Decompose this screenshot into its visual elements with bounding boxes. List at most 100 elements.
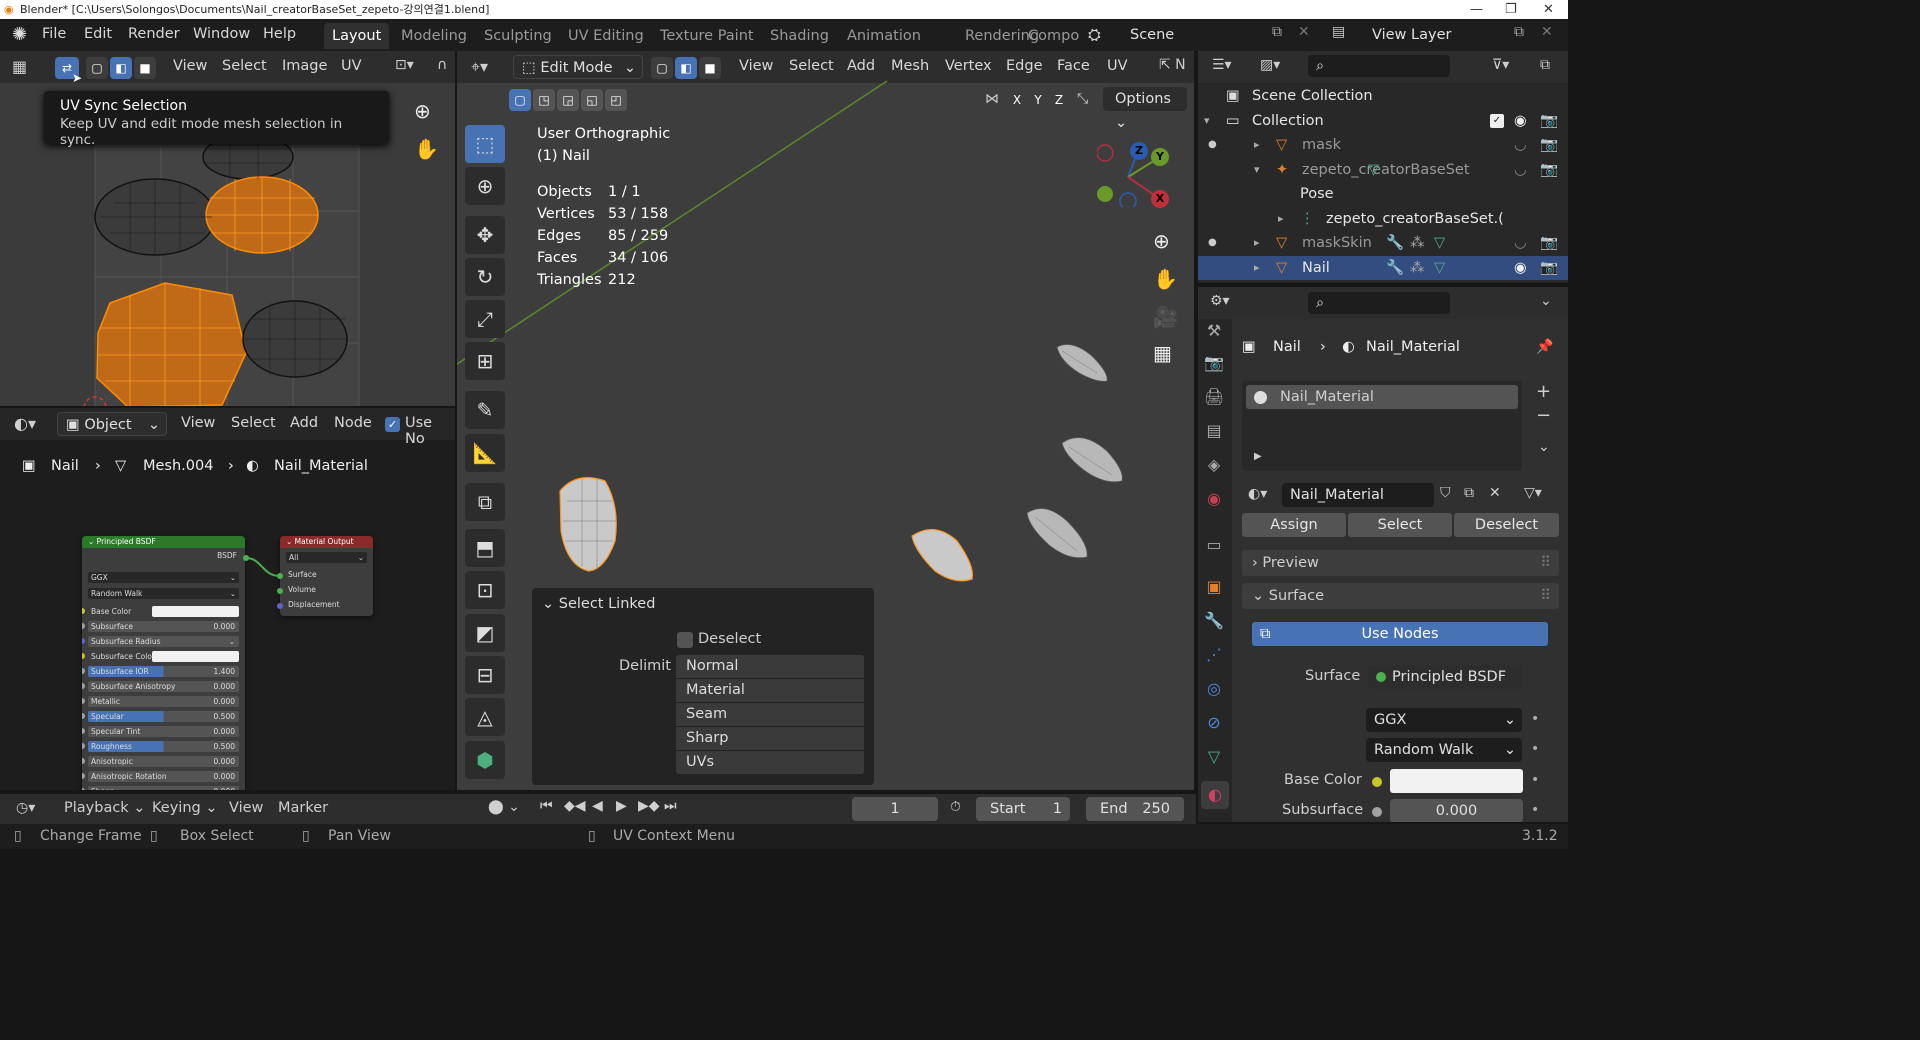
subsurface-value-field[interactable]: 0.000	[1390, 799, 1523, 822]
delimit-option-sharp[interactable]: Sharp	[676, 727, 864, 750]
uv-menu-uv[interactable]: UV	[341, 58, 362, 74]
outliner-scene-collection[interactable]: ▣ Scene Collection	[1198, 84, 1568, 108]
menu-help[interactable]: Help	[263, 26, 296, 42]
tab-uv-editing[interactable]: UV Editing	[560, 23, 652, 49]
subsurface-method-dropdown[interactable]: Random Walk ⌄	[1366, 738, 1522, 762]
navigation-gizmo[interactable]: Z Y X	[1096, 137, 1169, 210]
bsdf-input-socket[interactable]	[82, 653, 85, 659]
properties-options-icon[interactable]: ⌄	[1540, 293, 1552, 309]
particles-tab-icon[interactable]: ⋰	[1204, 645, 1224, 665]
tool-tab-icon[interactable]: ⚒	[1204, 321, 1224, 341]
bsdf-input-socket[interactable]	[82, 623, 85, 629]
new-scene-icon[interactable]: ⧉	[1272, 24, 1282, 40]
expand-arrow-icon[interactable]: ▸	[1254, 133, 1260, 157]
visibility-eye-icon[interactable]: ◉	[1514, 256, 1527, 280]
render-camera-icon[interactable]: 📷	[1540, 109, 1558, 133]
timeline-menu-playback[interactable]: Playback ⌄	[64, 800, 145, 816]
distribution-dropdown[interactable]: GGX ⌄	[88, 572, 239, 583]
rotate-tool[interactable]: ↻	[465, 258, 505, 296]
collection-tab-icon[interactable]: ▭	[1204, 535, 1224, 555]
bsdf-input-subsurface-radius[interactable]: Subsurface Radius ⌄	[88, 636, 239, 647]
deselect-button[interactable]: Deselect	[1454, 513, 1559, 537]
expand-arrow-icon[interactable]: ▸	[1278, 207, 1284, 231]
tab-animation[interactable]: Animation	[839, 23, 929, 49]
tab-sculpting[interactable]: Sculpting	[476, 23, 560, 49]
delimit-option-material[interactable]: Material	[676, 679, 864, 702]
base-color-swatch[interactable]	[1390, 769, 1523, 793]
bevel-tool[interactable]: ◩	[465, 614, 505, 652]
outliner-pose[interactable]: Pose	[1198, 182, 1568, 206]
modifier-tab-icon[interactable]: 🔧	[1204, 611, 1224, 631]
material-name-field[interactable]: Nail_Material	[1282, 483, 1434, 507]
principled-bsdf-node[interactable]: ⌄ Principled BSDF BSDF GGX ⌄ Random Walk ⌄…	[82, 536, 245, 790]
timeline-menu-marker[interactable]: Marker	[278, 800, 328, 816]
jump-prev-keyframe-icon[interactable]: ◆◀	[564, 798, 586, 814]
visibility-eye-icon[interactable]: ◡	[1514, 158, 1527, 182]
bsdf-input-subsurface-color[interactable]: Subsurface Color	[88, 651, 239, 662]
bsdf-input-socket[interactable]	[82, 728, 85, 734]
bsdf-input-base-color[interactable]: Base Color	[88, 606, 239, 617]
outliner-collection[interactable]: ▾ ▭ Collection ◉ 📷 ✓	[1198, 109, 1568, 133]
editor-type-icon[interactable]: ☰▾	[1212, 57, 1232, 73]
bsdf-input-anisotropic[interactable]: Anisotropic 0.000	[88, 756, 239, 767]
surface-panel-header[interactable]: ⌄ Surface ⠿	[1242, 583, 1559, 609]
menu-edit[interactable]: Edit	[84, 26, 112, 42]
use-nodes-checkbox[interactable]: ✓	[385, 417, 400, 432]
outliner-armature[interactable]: ▾ ✦ zepeto_creatorBaseSet ◡ 📷 ▽	[1198, 158, 1568, 182]
record-icon[interactable]: ⬤ ⌄	[488, 799, 520, 815]
bsdf-input-socket[interactable]	[82, 608, 85, 614]
menu-render[interactable]: Render	[128, 26, 180, 42]
menu-file[interactable]: File	[42, 26, 66, 42]
bsdf-input-metallic[interactable]: Metallic 0.000	[88, 696, 239, 707]
jump-start-icon[interactable]: ⏮	[540, 798, 553, 814]
poly-build-tool[interactable]: ⬢	[465, 741, 505, 779]
bsdf-input-socket[interactable]	[82, 683, 85, 689]
material-browse-icon[interactable]: ◐▾	[1248, 486, 1267, 502]
render-camera-icon[interactable]: 📷	[1540, 133, 1558, 157]
render-tab-icon[interactable]: 📷	[1204, 353, 1224, 373]
outliner-maskskin[interactable]: ▸ ▽ maskSkin ◡ 📷 ● 🔧 ⁂ ▽	[1198, 231, 1568, 255]
data-tab-icon[interactable]: ▽	[1204, 747, 1224, 767]
select-box-tool[interactable]: ⬚	[465, 125, 505, 163]
snap-icon[interactable]: ∩	[437, 57, 447, 73]
preview-range-icon[interactable]: ⏱	[950, 799, 961, 815]
visibility-eye-icon[interactable]: ◡	[1514, 133, 1527, 157]
base-color-socket-icon[interactable]	[1372, 777, 1382, 787]
displacement-input-socket[interactable]	[277, 603, 283, 609]
minimize-icon[interactable]: —	[1470, 0, 1483, 19]
expand-arrow-icon[interactable]: ▸	[1254, 256, 1260, 280]
node-menu-view[interactable]: View	[181, 415, 215, 431]
fake-user-icon[interactable]: ⛉	[1440, 485, 1451, 501]
bsdf-input-socket[interactable]	[82, 788, 85, 790]
subsurface-method-dropdown[interactable]: Random Walk ⌄	[88, 588, 239, 599]
add-slot-icon[interactable]: +	[1536, 381, 1551, 402]
outliner-mask[interactable]: ▸ ▽ mask ◡ 📷 ●	[1198, 133, 1568, 157]
annotate-tool[interactable]: ✎	[465, 391, 505, 429]
editor-type-icon[interactable]: ◷▾	[16, 800, 35, 816]
view-layer-selector[interactable]: View Layer	[1364, 22, 1512, 48]
editor-type-icon[interactable]: ◐▾	[14, 414, 36, 433]
remove-scene-icon[interactable]: ✕	[1298, 24, 1310, 40]
tab-modeling[interactable]: Modeling	[393, 23, 475, 49]
material-tab-icon[interactable]: ◐	[1201, 781, 1229, 809]
output-target-dropdown[interactable]: All ⌄	[286, 552, 367, 563]
editor-type-icon[interactable]: ▦	[12, 57, 27, 76]
gizmo-y-icon[interactable]: Y	[1151, 148, 1169, 166]
inset-tool[interactable]: ⊡	[465, 571, 505, 609]
bsdf-input-socket[interactable]	[82, 773, 85, 779]
output-tab-icon[interactable]: 🖨	[1204, 387, 1224, 407]
render-camera-icon[interactable]: 📷	[1540, 158, 1558, 182]
tab-compositing[interactable]: Compo	[1020, 23, 1087, 49]
volume-input-socket[interactable]	[277, 588, 283, 594]
color-swatch[interactable]	[152, 606, 239, 617]
bsdf-input-subsurface-ior[interactable]: Subsurface IOR 1.400	[88, 666, 239, 677]
display-mode-icon[interactable]: ▨▾	[1260, 57, 1280, 73]
scale-tool[interactable]: ⤢	[465, 300, 505, 338]
delimit-option-normal[interactable]: Normal	[676, 655, 864, 678]
expand-arrow-icon[interactable]: ▾	[1254, 158, 1260, 182]
bsdf-input-subsurface[interactable]: Subsurface 0.000	[88, 621, 239, 632]
uv-menu-view[interactable]: View	[173, 58, 207, 74]
face-select-icon[interactable]: ■	[134, 57, 156, 79]
visibility-eye-icon[interactable]: ◉	[1514, 109, 1527, 133]
deselect-checkbox[interactable]	[677, 632, 693, 648]
